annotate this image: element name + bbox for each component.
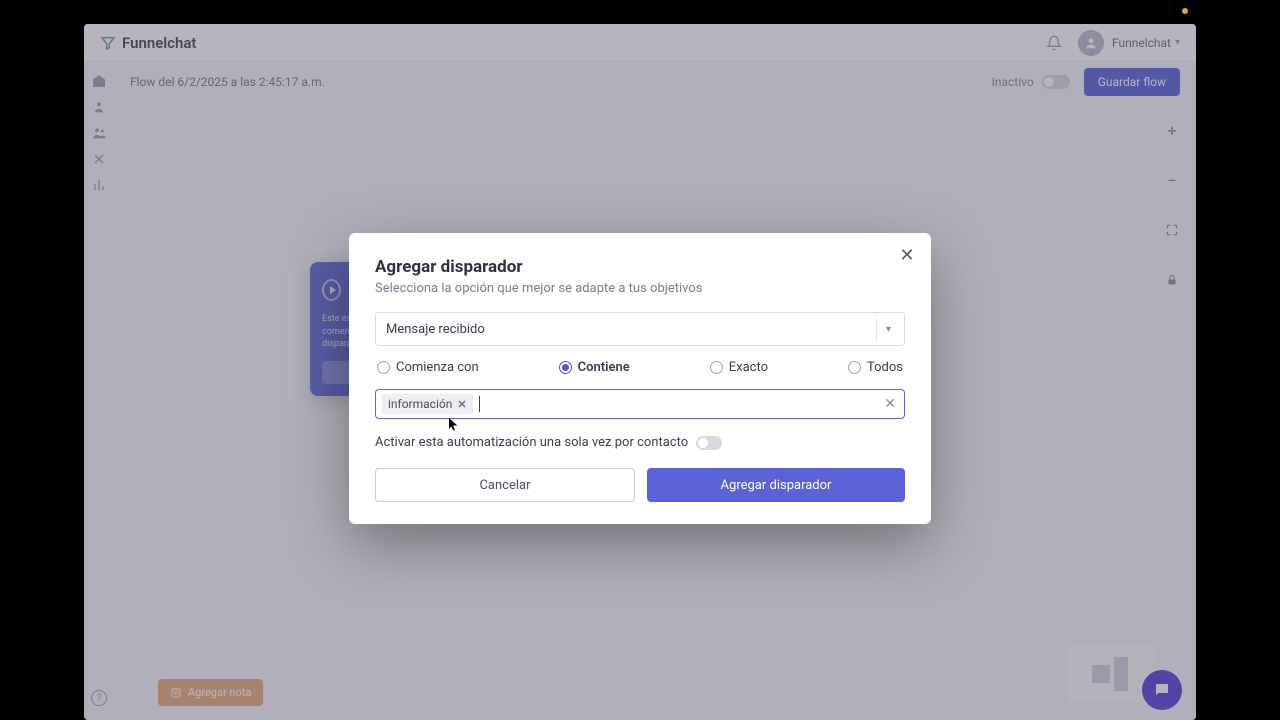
radio-label: Exacto (729, 360, 768, 375)
radio-contains[interactable]: Contiene (559, 360, 630, 375)
keyword-tag-label: información (388, 397, 452, 411)
radio-exact[interactable]: Exacto (710, 360, 768, 375)
modal-title: Agregar disparador (375, 257, 905, 277)
radio-icon (848, 361, 861, 374)
radio-starts-with[interactable]: Comienza con (377, 360, 479, 375)
modal-subtitle: Selecciona la opción que mejor se adapte… (375, 281, 905, 296)
radio-all[interactable]: Todos (848, 360, 903, 375)
modal-close-button[interactable]: ✕ (897, 245, 917, 265)
trigger-type-value: Mensaje recibido (386, 322, 485, 337)
cancel-button[interactable]: Cancelar (375, 468, 635, 502)
text-cursor (479, 396, 480, 412)
window-minimize-dot (1182, 8, 1188, 14)
clear-all-tags-button[interactable]: ✕ (884, 396, 896, 412)
radio-icon (710, 361, 723, 374)
keyword-tag: información ✕ (382, 394, 473, 414)
radio-label: Todos (867, 360, 903, 375)
keywords-input[interactable]: información ✕ ✕ (375, 389, 905, 419)
once-per-contact-label: Activar esta automatización una sola vez… (375, 435, 688, 450)
once-per-contact-toggle[interactable] (696, 436, 722, 450)
remove-tag-button[interactable]: ✕ (457, 398, 466, 411)
radio-icon (377, 361, 390, 374)
radio-label: Contiene (578, 360, 630, 375)
radio-icon (559, 361, 572, 374)
once-per-contact-row: Activar esta automatización una sola vez… (375, 435, 905, 450)
add-trigger-button[interactable]: Agregar disparador (647, 468, 905, 502)
chevron-down-icon: ▾ (876, 317, 900, 341)
trigger-type-select[interactable]: Mensaje recibido ▾ (375, 312, 905, 346)
radio-label: Comienza con (396, 360, 479, 375)
add-trigger-modal: ✕ Agregar disparador Selecciona la opció… (349, 233, 931, 524)
match-mode-radios: Comienza con Contiene Exacto Todos (375, 360, 905, 375)
modal-actions: Cancelar Agregar disparador (375, 468, 905, 502)
